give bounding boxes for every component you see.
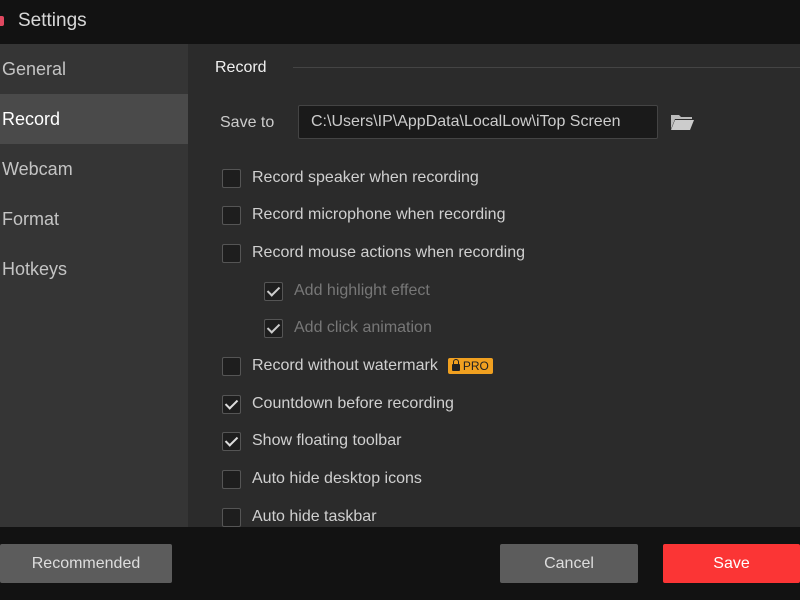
- section-title: Record: [215, 59, 267, 76]
- folder-icon[interactable]: [670, 113, 694, 131]
- checkbox[interactable]: [222, 205, 241, 225]
- settings-panel: Record Save to C:\Users\IP\AppData\Local…: [188, 44, 800, 527]
- option-row[interactable]: Record without watermark PRO: [222, 355, 493, 377]
- lock-icon: [451, 359, 460, 371]
- footer: Recommended Cancel Save: [0, 527, 800, 600]
- checkbox[interactable]: [222, 394, 241, 414]
- title-bar: Settings: [0, 0, 800, 44]
- option-row[interactable]: Record mouse actions when recording: [222, 242, 525, 264]
- checkbox[interactable]: [222, 469, 241, 489]
- option-label: Auto hide desktop icons: [252, 470, 422, 487]
- option-label: Record microphone when recording: [252, 206, 506, 223]
- option-row[interactable]: Add highlight effect: [264, 280, 430, 302]
- sidebar-item-record[interactable]: Record: [0, 94, 188, 144]
- option-label: Add highlight effect: [294, 282, 430, 299]
- sidebar-item-format[interactable]: Format: [0, 194, 188, 244]
- section-divider: [293, 67, 800, 68]
- checkbox[interactable]: [222, 168, 241, 188]
- option-row[interactable]: Record microphone when recording: [222, 204, 505, 226]
- pro-badge-label: PRO: [462, 359, 489, 373]
- option-label: Record speaker when recording: [252, 169, 479, 186]
- option-row[interactable]: Countdown before recording: [222, 393, 454, 415]
- save-to-label: Save to: [220, 114, 275, 131]
- save-path-field[interactable]: C:\Users\IP\AppData\LocalLow\iTop Screen: [298, 105, 658, 139]
- save-button[interactable]: Save: [663, 544, 800, 583]
- checkbox[interactable]: [222, 507, 241, 527]
- option-label: Countdown before recording: [252, 395, 454, 412]
- sidebar: General Record Webcam Format Hotkeys: [0, 44, 188, 527]
- cancel-button[interactable]: Cancel: [500, 544, 638, 583]
- option-row[interactable]: Show floating toolbar: [222, 430, 401, 452]
- checkbox[interactable]: [222, 356, 241, 376]
- sidebar-item-webcam[interactable]: Webcam: [0, 144, 188, 194]
- option-row[interactable]: Auto hide taskbar: [222, 506, 377, 528]
- option-label: Auto hide taskbar: [252, 508, 377, 525]
- checkbox[interactable]: [222, 243, 241, 263]
- checkbox[interactable]: [222, 431, 241, 451]
- pro-badge: PRO: [447, 358, 493, 374]
- option-label: Record mouse actions when recording: [252, 244, 526, 261]
- recommended-button[interactable]: Recommended: [0, 544, 172, 583]
- option-label: Add click animation: [294, 319, 432, 336]
- option-label: Show floating toolbar: [252, 432, 402, 449]
- option-row[interactable]: Add click animation: [264, 317, 432, 339]
- option-row[interactable]: Auto hide desktop icons: [222, 468, 422, 490]
- option-label: Record without watermark: [252, 357, 438, 374]
- app-icon: [0, 16, 4, 26]
- sidebar-item-general[interactable]: General: [0, 44, 188, 94]
- checkbox[interactable]: [264, 281, 283, 301]
- option-row[interactable]: Record speaker when recording: [222, 167, 479, 189]
- checkbox[interactable]: [264, 318, 283, 338]
- window-title: Settings: [18, 10, 87, 31]
- sidebar-item-hotkeys[interactable]: Hotkeys: [0, 244, 188, 294]
